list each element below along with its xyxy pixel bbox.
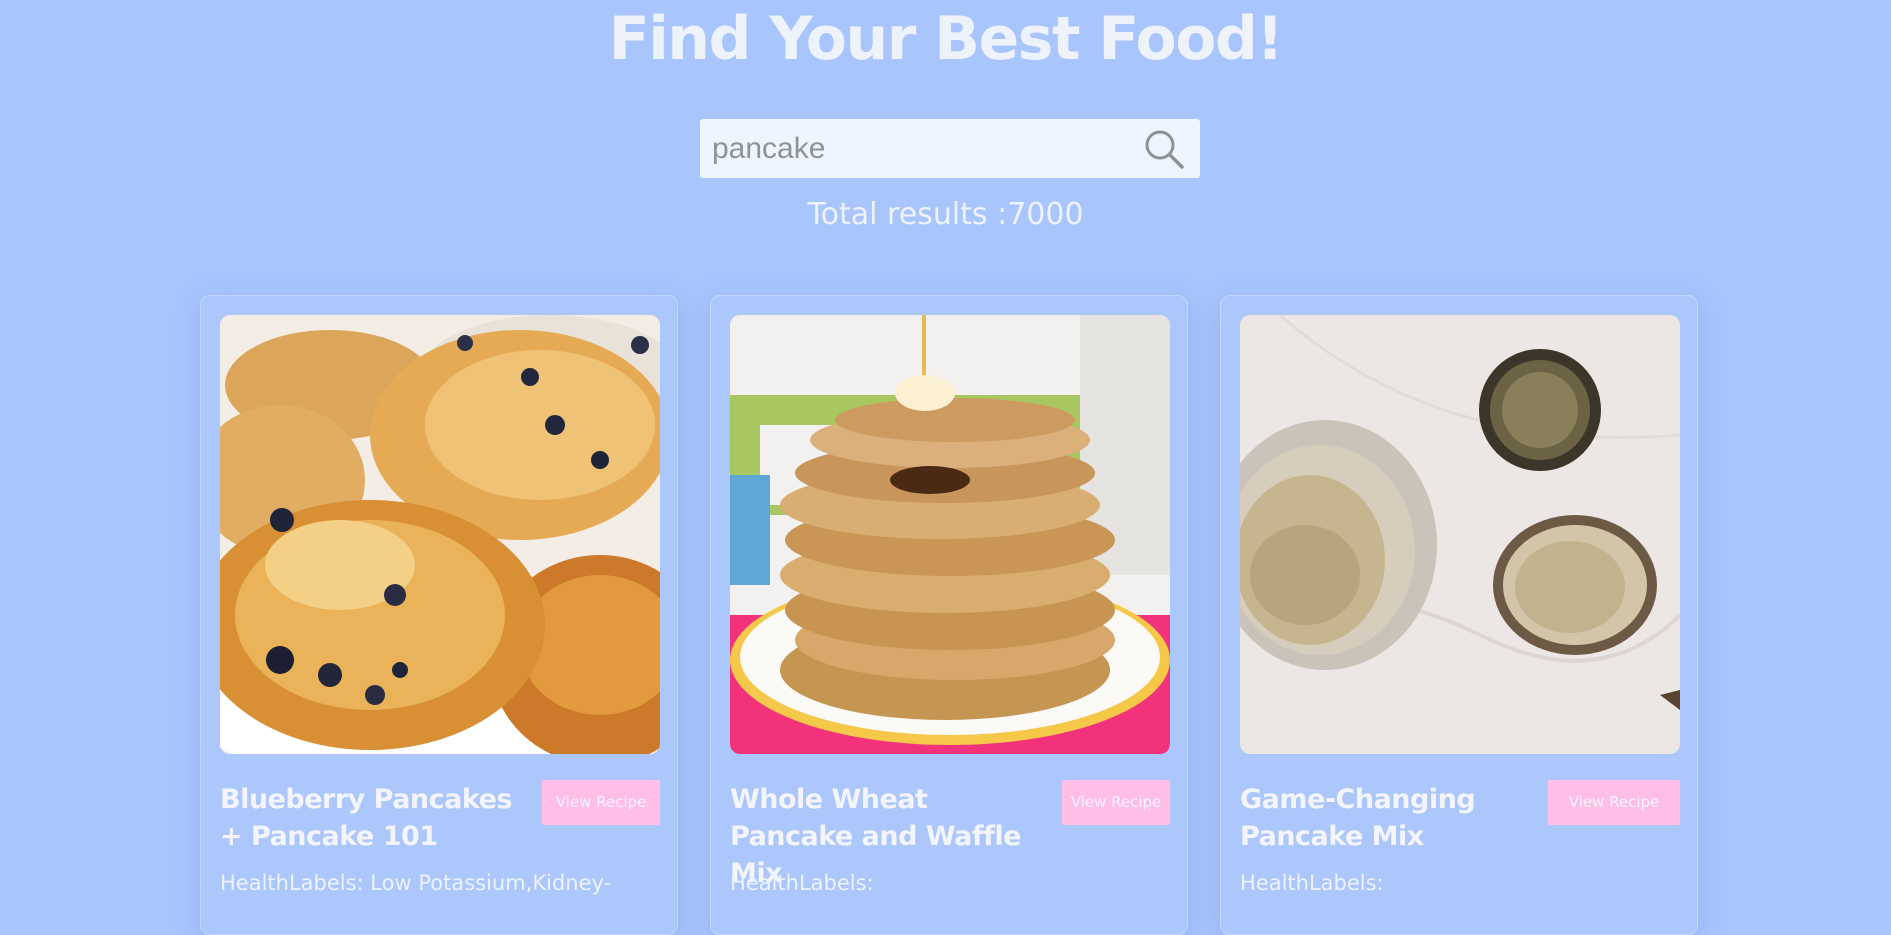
health-labels: HealthLabels: Low Potassium,Kidney-: [220, 871, 612, 895]
recipe-card: Whole Wheat Pancake and Waffle Mix View …: [710, 295, 1188, 935]
search-icon[interactable]: [1143, 128, 1185, 170]
search-box: [700, 119, 1200, 178]
total-results: Total results :7000: [807, 197, 1084, 232]
recipe-image: [730, 315, 1170, 754]
view-recipe-button[interactable]: View Recipe: [1062, 780, 1170, 825]
recipe-card: Blueberry Pancakes + Pancake 101 View Re…: [200, 295, 678, 935]
recipe-image: [220, 315, 660, 754]
search-input[interactable]: [700, 119, 1130, 178]
health-labels: HealthLabels:: [1240, 871, 1384, 895]
recipe-card: Game-Changing Pancake Mix View Recipe He…: [1220, 295, 1698, 935]
recipe-image: [1240, 315, 1680, 754]
health-labels: HealthLabels:: [730, 871, 874, 895]
recipe-title: Game-Changing Pancake Mix: [1240, 784, 1476, 852]
recipe-title: Blueberry Pancakes + Pancake 101: [220, 784, 512, 852]
page-title: Find Your Best Food!: [608, 4, 1284, 74]
view-recipe-button[interactable]: View Recipe: [1548, 780, 1680, 825]
view-recipe-button[interactable]: View Recipe: [542, 780, 660, 825]
